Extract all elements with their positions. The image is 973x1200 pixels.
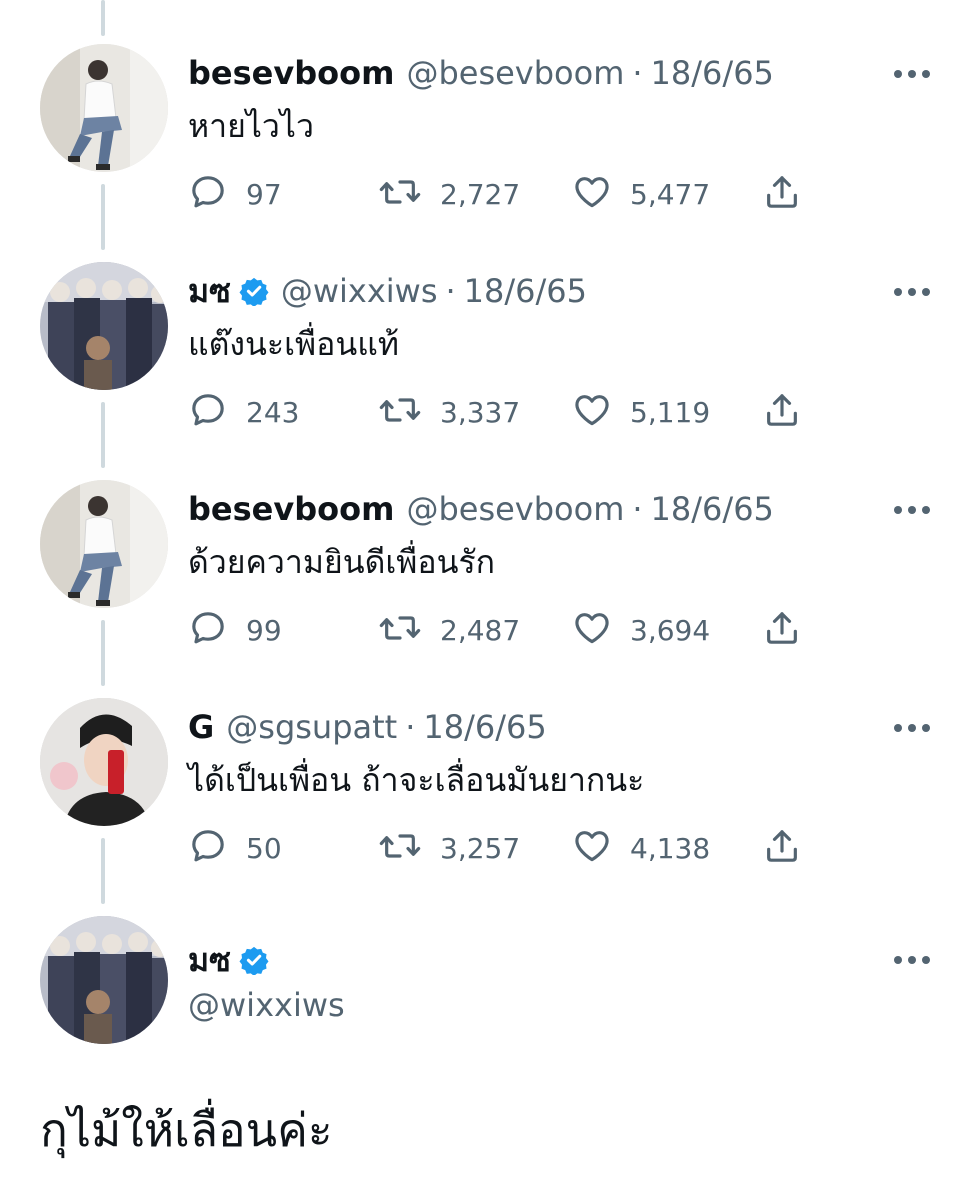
reply-icon [188, 826, 228, 870]
tweet-date[interactable]: 18/6/65 [464, 268, 587, 314]
more-icon[interactable] [888, 54, 936, 94]
tweet-text: กุไม้ให้เลื่อนค่ะ [40, 1103, 333, 1157]
reply-count: 97 [246, 177, 282, 211]
verified-badge-icon [239, 276, 269, 306]
display-name[interactable]: besevboom [188, 50, 394, 96]
reply-button[interactable]: 97 [188, 172, 282, 216]
tweet-date[interactable]: 18/6/65 [651, 486, 774, 532]
like-count: 5,477 [630, 177, 711, 211]
share-button[interactable] [762, 390, 802, 434]
avatar[interactable] [40, 698, 168, 826]
like-button[interactable]: 3,694 [572, 608, 710, 652]
tweet[interactable]: besevboom @besevboom · 18/6/65 หายไวไว 9… [0, 44, 973, 244]
thread-line [101, 0, 105, 36]
more-icon[interactable] [888, 272, 936, 312]
retweet-icon [378, 172, 422, 216]
separator-dot: · [632, 54, 643, 92]
share-button[interactable] [762, 826, 802, 870]
more-icon[interactable] [888, 708, 936, 748]
retweet-count: 2,727 [440, 177, 521, 211]
reply-icon [188, 608, 228, 652]
share-button[interactable] [762, 608, 802, 652]
more-icon[interactable] [888, 940, 936, 980]
heart-icon [572, 390, 612, 434]
heart-icon [572, 608, 612, 652]
avatar[interactable] [40, 44, 168, 172]
reply-count: 99 [246, 613, 282, 647]
tweet-header: besevboom @besevboom · 18/6/65 [188, 486, 774, 532]
heart-icon [572, 172, 612, 216]
separator-dot: · [632, 490, 643, 528]
retweet-button[interactable]: 3,337 [378, 390, 520, 434]
retweet-icon [378, 826, 422, 870]
user-handle[interactable]: @wixxiws [281, 268, 438, 314]
verified-badge-icon [239, 945, 269, 975]
display-name[interactable]: มซ [188, 935, 231, 986]
reply-button[interactable]: 243 [188, 390, 299, 434]
avatar[interactable] [40, 916, 168, 1044]
retweet-count: 2,487 [440, 613, 521, 647]
like-count: 5,119 [630, 395, 711, 429]
user-handle[interactable]: @wixxiws [188, 982, 345, 1028]
tweet-actions: 99 2,487 3,694 [188, 608, 828, 652]
like-button[interactable]: 5,119 [572, 390, 710, 434]
tweet-text: ได้เป็นเพื่อน ถ้าจะเลื่อนมันยากนะ [188, 761, 645, 799]
tweet[interactable]: มซ @wixxiws · 18/6/65 แต๊งนะเพื่อนแท้ 24… [0, 262, 973, 462]
tweet-date[interactable]: 18/6/65 [651, 50, 774, 96]
share-icon [762, 172, 802, 216]
display-name-row: มซ [188, 937, 269, 983]
reply-button[interactable]: 99 [188, 608, 282, 652]
retweet-count: 3,337 [440, 395, 521, 429]
tweet-text: ด้วยความยินดีเพื่อนรัก [188, 543, 496, 581]
retweet-icon [378, 608, 422, 652]
retweet-button[interactable]: 3,257 [378, 826, 520, 870]
more-icon[interactable] [888, 490, 936, 530]
retweet-icon [378, 390, 422, 434]
like-button[interactable]: 4,138 [572, 826, 710, 870]
tweet-header: G @sgsupatt · 18/6/65 [188, 704, 547, 750]
user-handle[interactable]: @besevboom [406, 486, 624, 532]
share-icon [762, 608, 802, 652]
share-icon [762, 390, 802, 434]
user-handle[interactable]: @sgsupatt [226, 704, 397, 750]
tweet[interactable]: besevboom @besevboom · 18/6/65 ด้วยความย… [0, 480, 973, 680]
like-count: 4,138 [630, 831, 711, 865]
tweet-header: มซ @wixxiws · 18/6/65 [188, 268, 587, 314]
tweet-text: หายไวไว [188, 107, 314, 145]
reply-count: 243 [246, 395, 300, 429]
like-button[interactable]: 5,477 [572, 172, 710, 216]
avatar[interactable] [40, 480, 168, 608]
tweet-actions: 243 3,337 5,119 [188, 390, 828, 434]
reply-count: 50 [246, 831, 282, 865]
share-button[interactable] [762, 172, 802, 216]
tweet[interactable]: G @sgsupatt · 18/6/65 ได้เป็นเพื่อน ถ้าจ… [0, 698, 973, 898]
display-name[interactable]: besevboom [188, 486, 394, 532]
separator-dot: · [445, 272, 456, 310]
like-count: 3,694 [630, 613, 711, 647]
tweet-actions: 97 2,727 5,477 [188, 172, 828, 216]
retweet-button[interactable]: 2,727 [378, 172, 520, 216]
share-icon [762, 826, 802, 870]
retweet-button[interactable]: 2,487 [378, 608, 520, 652]
heart-icon [572, 826, 612, 870]
tweet-date[interactable]: 18/6/65 [423, 704, 546, 750]
user-handle[interactable]: @besevboom [406, 50, 624, 96]
display-name[interactable]: G [188, 704, 214, 750]
display-name[interactable]: มซ [188, 268, 231, 314]
avatar[interactable] [40, 262, 168, 390]
retweet-count: 3,257 [440, 831, 521, 865]
reply-button[interactable]: 50 [188, 826, 282, 870]
reply-icon [188, 390, 228, 434]
tweet-actions: 50 3,257 4,138 [188, 826, 828, 870]
reply-icon [188, 172, 228, 216]
tweet-text: แต๊งนะเพื่อนแท้ [188, 325, 399, 363]
separator-dot: · [405, 708, 416, 746]
tweet-header: besevboom @besevboom · 18/6/65 [188, 50, 774, 96]
